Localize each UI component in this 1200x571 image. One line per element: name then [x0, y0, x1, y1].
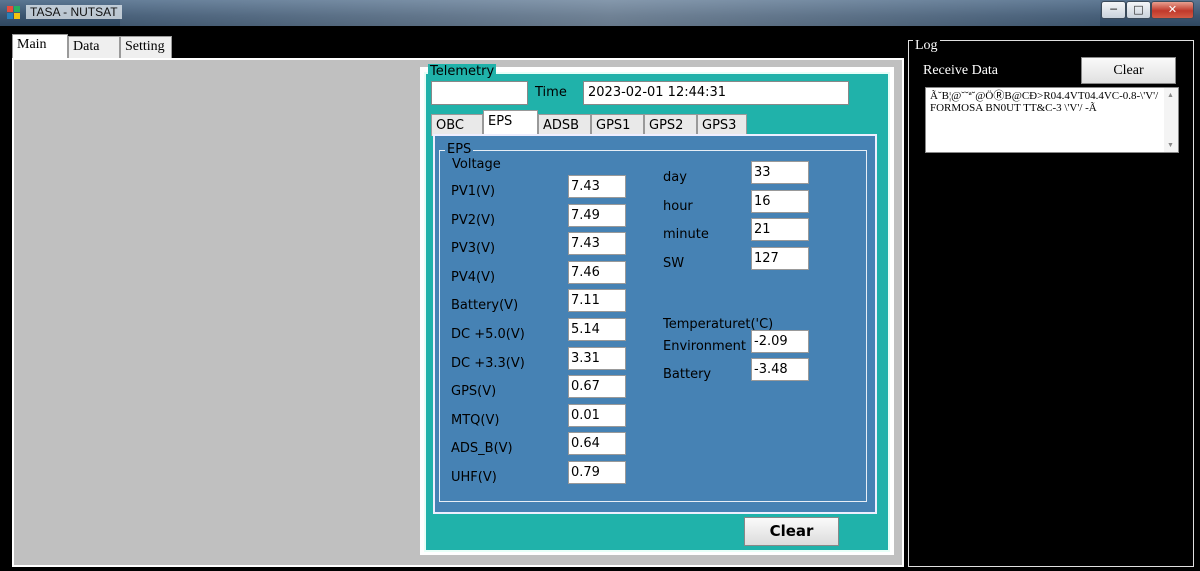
- tab-main[interactable]: Main: [12, 34, 68, 59]
- tab-setting[interactable]: Setting: [120, 36, 172, 58]
- receive-data-label: Receive Data: [923, 63, 999, 78]
- battery-temp-label: Battery: [663, 367, 712, 382]
- voltage-label: PV1(V): [451, 184, 496, 199]
- voltage-value[interactable]: 7.43: [568, 232, 626, 255]
- log-clear-button[interactable]: Clear: [1081, 57, 1176, 84]
- voltage-label: Battery(V): [451, 298, 519, 313]
- voltage-label: GPS(V): [451, 384, 497, 399]
- voltage-label: UHF(V): [451, 470, 497, 485]
- voltage-value[interactable]: 0.79: [568, 461, 626, 484]
- log-legend: Log: [913, 38, 940, 54]
- hour-field[interactable]: 16: [751, 190, 809, 213]
- day-label: day: [663, 170, 687, 185]
- voltage-value[interactable]: 7.43: [568, 175, 626, 198]
- close-button[interactable]: ✕: [1151, 1, 1194, 19]
- eps-legend: EPS: [445, 142, 474, 157]
- voltage-label: MTQ(V): [451, 413, 500, 428]
- voltage-label: DC +5.0(V): [451, 327, 525, 342]
- time-field[interactable]: 2023-02-01 12:44:31: [583, 81, 849, 105]
- tab-obc[interactable]: OBC: [431, 114, 483, 136]
- voltage-label: ADS_B(V): [451, 441, 513, 456]
- scroll-up-icon[interactable]: ▲: [1167, 89, 1174, 101]
- tab-data[interactable]: Data: [68, 36, 120, 58]
- log-scrollbar[interactable]: ▲ ▼: [1164, 88, 1178, 152]
- tab-gps3[interactable]: GPS3: [697, 114, 747, 136]
- tab-gps1[interactable]: GPS1: [591, 114, 644, 136]
- title-bar: TASA - NUTSAT ─ □ ✕: [0, 0, 1200, 26]
- environment-temp-field[interactable]: -2.09: [751, 330, 809, 353]
- hour-label: hour: [663, 199, 693, 214]
- minute-field[interactable]: 21: [751, 218, 809, 241]
- tab-adsb[interactable]: ADSB: [538, 114, 591, 136]
- client-area: Main Data Setting Telemetry Time 2023-02…: [0, 26, 1200, 571]
- voltage-label: PV3(V): [451, 241, 496, 256]
- voltage-label: PV2(V): [451, 213, 496, 228]
- day-field[interactable]: 33: [751, 161, 809, 184]
- minimize-button[interactable]: ─: [1101, 1, 1126, 19]
- voltage-heading: Voltage: [452, 157, 501, 172]
- voltage-value[interactable]: 7.49: [568, 204, 626, 227]
- voltage-value[interactable]: 7.11: [568, 289, 626, 312]
- environment-temp-label: Environment: [663, 339, 747, 354]
- sw-field[interactable]: 127: [751, 247, 809, 270]
- receive-data-textbox[interactable]: Ã˘B¦@˘˘ª˘@ÖⓇB@CĐ>R04.4VT04.4VC-0.8-\'V'/…: [925, 87, 1179, 153]
- maximize-button[interactable]: □: [1126, 1, 1151, 19]
- satellite-id-field[interactable]: [431, 81, 528, 105]
- scroll-down-icon[interactable]: ▼: [1167, 139, 1174, 151]
- received-data-text: Ã˘B¦@˘˘ª˘@ÖⓇB@CĐ>R04.4VT04.4VC-0.8-\'V'/…: [930, 90, 1159, 114]
- voltage-value[interactable]: 0.01: [568, 404, 626, 427]
- voltage-value[interactable]: 5.14: [568, 318, 626, 341]
- sw-label: SW: [663, 256, 685, 271]
- app-icon: [7, 6, 20, 19]
- minute-label: minute: [663, 227, 709, 242]
- time-label: Time: [535, 85, 567, 100]
- tab-gps2[interactable]: GPS2: [644, 114, 697, 136]
- voltage-label: PV4(V): [451, 270, 496, 285]
- main-tab-panel: Telemetry Time 2023-02-01 12:44:31 OBC E…: [12, 58, 904, 567]
- voltage-value[interactable]: 7.46: [568, 261, 626, 284]
- window-title: TASA - NUTSAT: [26, 5, 122, 19]
- voltage-label: DC +3.3(V): [451, 356, 525, 371]
- voltage-value[interactable]: 3.31: [568, 347, 626, 370]
- telemetry-legend: Telemetry: [428, 64, 497, 79]
- tab-eps[interactable]: EPS: [483, 110, 538, 136]
- voltage-value[interactable]: 0.64: [568, 432, 626, 455]
- voltage-value[interactable]: 0.67: [568, 375, 626, 398]
- telemetry-clear-button[interactable]: Clear: [744, 517, 839, 546]
- battery-temp-field[interactable]: -3.48: [751, 358, 809, 381]
